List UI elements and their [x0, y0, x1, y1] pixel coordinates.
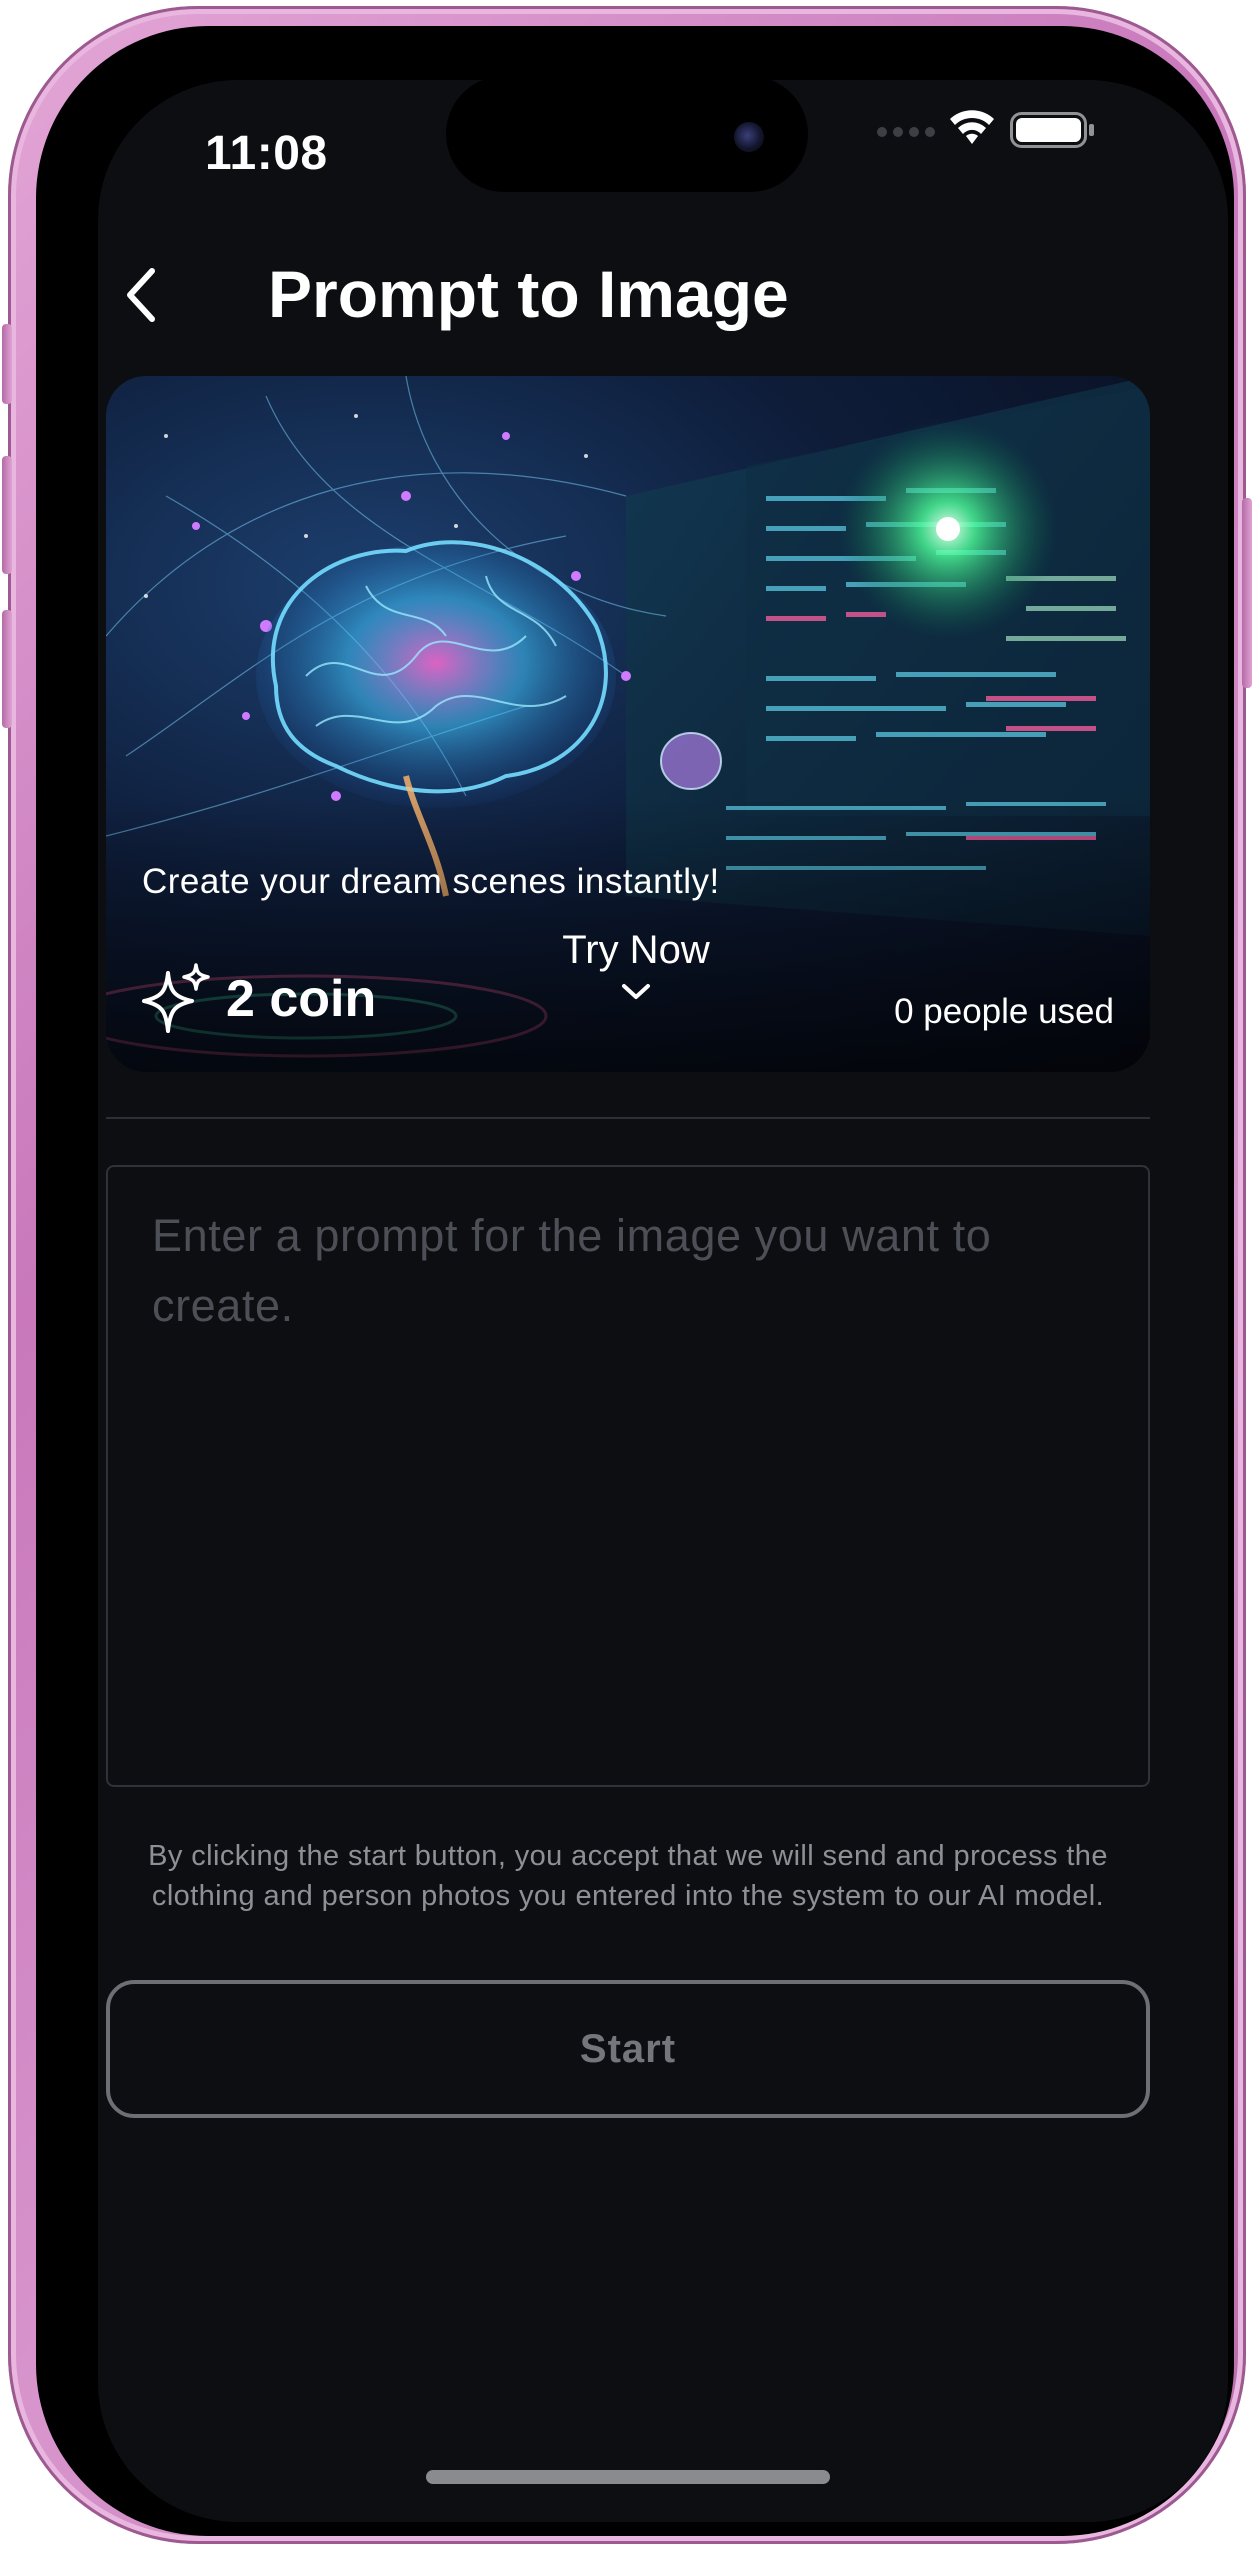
home-indicator[interactable] [426, 2470, 830, 2484]
wifi-icon [950, 110, 994, 144]
divider [106, 1117, 1150, 1119]
front-camera [734, 122, 764, 152]
try-now-button[interactable]: Try Now [546, 928, 726, 1008]
coin-cost: 2 coin [138, 963, 377, 1034]
coin-label: 2 coin [226, 970, 377, 1028]
back-button[interactable] [112, 258, 172, 332]
sparkles-icon [142, 963, 210, 1033]
volume-down-button [2, 610, 12, 728]
signal-dots-icon [877, 127, 935, 137]
consent-disclaimer: By clicking the start button, you accept… [148, 1840, 1108, 1912]
phone-frame: 11:08 Prompt to Image Create your dream … [2, 6, 1252, 2544]
start-button[interactable]: Start [106, 1980, 1150, 2118]
volume-up-button [2, 456, 12, 574]
banner-tagline: Create your dream scenes instantly! [142, 862, 720, 901]
page-title: Prompt to Image [268, 257, 789, 331]
status-time: 11:08 [205, 127, 328, 180]
status-icons [877, 110, 1094, 148]
people-used-count: 0 people used [894, 992, 1114, 1031]
action-button [2, 324, 12, 404]
try-now-label: Try Now [562, 928, 710, 972]
feature-banner[interactable]: Create your dream scenes instantly! 2 co… [106, 376, 1150, 1072]
power-button [1242, 498, 1252, 688]
battery-icon [1010, 112, 1094, 148]
chevron-left-icon [127, 268, 155, 322]
app-screen: 11:08 Prompt to Image Create your dream … [98, 80, 1228, 2522]
prompt-input[interactable] [106, 1165, 1150, 1787]
chevron-down-icon [622, 984, 650, 999]
screen-bezel: 11:08 Prompt to Image Create your dream … [36, 26, 1234, 2536]
